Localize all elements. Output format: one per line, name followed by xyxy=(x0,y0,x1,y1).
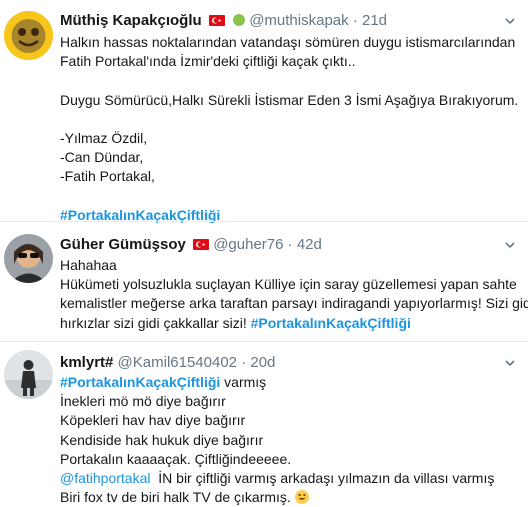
tweet-3[interactable]: kmlyrt# @Kamil61540402 · 20d #Portakalın… xyxy=(0,342,528,505)
tweet-1[interactable]: Müthiş Kapakçıoğlu @muthiskapak · 21d Ha… xyxy=(0,0,528,223)
text-line: Hükümeti yolsuzlukla suçlayan Külliye iç… xyxy=(60,276,517,293)
text-line: Duygu Sömürücü,Halkı Sürekli İstismar Ed… xyxy=(60,91,519,108)
text-span: İN bir çiftliği varmış arkadaşı yılmazın… xyxy=(150,469,495,486)
avatar[interactable] xyxy=(4,350,53,399)
user-handle[interactable]: @muthiskapak xyxy=(249,12,348,29)
turkey-flag-icon xyxy=(193,239,210,250)
display-name[interactable]: Müthiş Kapakçıoğlu xyxy=(60,12,202,29)
tweet-header: kmlyrt# @Kamil61540402 · 20d xyxy=(60,354,275,374)
timestamp[interactable]: 20d xyxy=(250,354,275,371)
chevron-down-icon[interactable] xyxy=(504,357,516,369)
separator: · xyxy=(352,12,358,29)
separator: · xyxy=(241,354,247,371)
green-dot-icon xyxy=(233,14,246,26)
user-handle[interactable]: @Kamil61540402 xyxy=(118,354,237,371)
display-name[interactable]: Güher Gümüşsoy xyxy=(60,236,186,253)
tweet-text: Halkın hassas noktalarından vatandaşı sö… xyxy=(60,33,518,225)
text-line: Kendiside hak hukuk diye bağırır xyxy=(60,431,264,448)
hashtag-link[interactable]: #PortakalınKaçakÇiftliği xyxy=(251,315,411,331)
text-line: Halkın hassas noktalarından vatandaşı sö… xyxy=(60,34,516,50)
avatar[interactable] xyxy=(4,11,53,60)
text-line: -Yılmaz Özdil, xyxy=(60,129,148,146)
text-span: hırkızlar sizi gidi çakkallar sizi! xyxy=(60,314,247,331)
text-line: -Can Dündar, xyxy=(60,149,144,166)
chevron-down-icon[interactable] xyxy=(504,239,516,251)
timestamp[interactable]: 42d xyxy=(297,236,322,253)
grinning-emoji-icon xyxy=(294,490,309,505)
text-line: Hahahaa xyxy=(60,257,117,273)
separator: · xyxy=(287,236,293,253)
avatar-image xyxy=(4,350,53,399)
mention-link[interactable]: @fatihportakal xyxy=(60,470,150,486)
avatar[interactable] xyxy=(4,234,53,283)
display-name[interactable]: kmlyrt# xyxy=(60,354,113,371)
text-line: Köpekleri hav hav diye bağırır xyxy=(60,412,246,429)
turkey-flag-icon xyxy=(208,15,225,26)
text-line: Portakalın kaaaaçak. Çiftliğindeeeee. xyxy=(60,450,292,467)
timestamp[interactable]: 21d xyxy=(362,12,387,29)
tweet-header: Güher Gümüşsoy @guher76 · 42d xyxy=(60,236,322,256)
tweet-2[interactable]: Güher Gümüşsoy @guher76 · 42d Hahahaa Hü… xyxy=(0,222,528,340)
text-span: varmış xyxy=(220,374,267,390)
tweet-header: Müthiş Kapakçıoğlu @muthiskapak · 21d xyxy=(60,12,387,32)
chevron-down-icon[interactable] xyxy=(504,15,516,27)
hashtag-link[interactable]: #PortakalınKaçakÇiftliği xyxy=(60,374,220,390)
tweet-text: #PortakalınKaçakÇiftliği varmış İnekleri… xyxy=(60,373,518,507)
avatar-image xyxy=(4,11,53,60)
tweet-text: Hahahaa Hükümeti yolsuzlukla suçlayan Kü… xyxy=(60,256,528,333)
text-span: Biri fox tv de biri halk TV de çıkarmış. xyxy=(60,489,291,506)
text-line: -Fatih Portakal, xyxy=(60,168,155,185)
user-handle[interactable]: @guher76 xyxy=(213,236,283,253)
text-line: İnekleri mö mö diye bağırır xyxy=(60,393,226,410)
avatar-image xyxy=(4,234,53,283)
text-line: kemalistler meğerse arka taraftan parsay… xyxy=(60,295,528,312)
text-line: Fatih Portakal'ında İzmir'deki çiftliği … xyxy=(60,53,356,70)
